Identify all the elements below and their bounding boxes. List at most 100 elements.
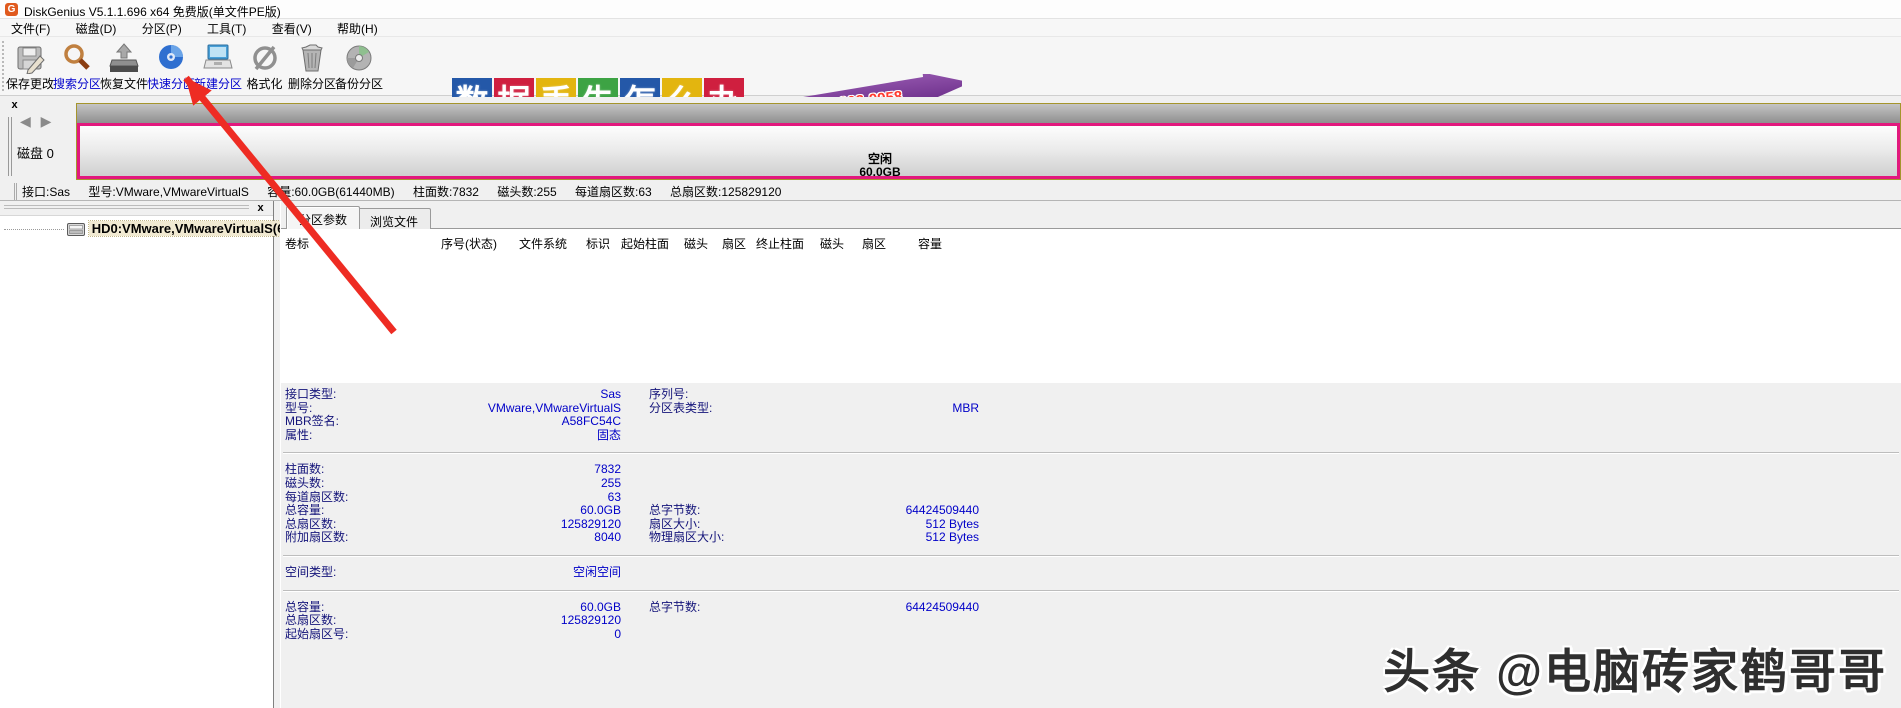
col-start-cylinder[interactable]: 起始柱面 [621,235,669,252]
col-start-head[interactable]: 磁头 [684,235,708,252]
recover-files-button[interactable]: 恢复文件 [100,40,147,94]
detail-label: 总容量: [285,504,324,518]
detail-value: MBR [701,402,979,416]
detail-value: 512 Bytes [701,518,979,532]
app-logo-icon: G [5,3,18,16]
detail-value: 63 [381,491,621,505]
window-title: DiskGenius V5.1.1.696 x64 免费版(单文件PE版) [24,3,281,20]
disk-nav-arrows[interactable]: ◀ ▶ [20,113,54,130]
free-space-block[interactable]: 空闲 60.0GB [77,123,1900,179]
detail-value: A58FC54C [381,415,621,429]
disk-bar-header-strip [77,104,1900,123]
info-interface: 接口:Sas [22,185,70,199]
quick-partition-button[interactable]: 快速分区 [147,40,194,94]
col-capacity[interactable]: 容量 [918,235,942,252]
search-partition-label: 搜索分区 [53,75,100,92]
detail-value: 125829120 [381,614,621,628]
save-changes-button[interactable]: 保存更改 [6,40,53,94]
save-changes-label: 保存更改 [6,75,53,92]
tree-item-hd0[interactable]: HD0:VMware,VMwareVirtualS(60GB) [4,221,318,239]
toolbar: 保存更改 搜索分区 恢复文件 快速分区 新建分区 [0,36,1901,96]
search-partition-button[interactable]: 搜索分区 [53,40,100,94]
watermark-text: 头条 @电脑砖家鹤哥哥 [1383,633,1887,702]
format-button[interactable]: 格式化 [241,40,288,94]
tree-panel-close-icon[interactable]: x [254,202,267,215]
detail-row: 总扇区数:125829120 扇区大小:512 Bytes [281,518,1901,532]
new-partition-button[interactable]: 新建分区 [194,40,241,94]
col-end-head[interactable]: 磁头 [820,235,844,252]
col-start-sector[interactable]: 扇区 [722,235,746,252]
detail-value: 空闲空间 [381,566,621,580]
detail-row: 总扇区数: 125829120 [281,614,1901,628]
free-space-label: 空闲 60.0GB [810,153,950,179]
col-flag[interactable]: 标识 [586,235,610,252]
info-capacity: 容量:60.0GB(61440MB) [267,185,394,199]
detail-value: 60.0GB [381,504,621,518]
delete-partition-icon [296,42,328,74]
disk-panel-grip[interactable] [8,117,12,176]
col-volume-label[interactable]: 卷标 [285,235,309,252]
col-end-sector[interactable]: 扇区 [862,235,886,252]
detail-label: 柱面数: [285,463,324,477]
detail-row: 附加扇区数:8040 物理扇区大小:512 Bytes [281,531,1901,545]
quick-partition-icon [155,42,187,74]
col-end-cylinder[interactable]: 终止柱面 [756,235,804,252]
disk-panel-close-icon[interactable]: x [8,99,21,112]
details-section-interface: 接口类型:Sas 序列号: 型号:VMware,VMwareVirtualS 分… [281,386,1901,448]
tab-partition-params[interactable]: 分区参数 [286,206,360,229]
detail-label: 总扇区数: [285,614,336,628]
detail-label: MBR签名: [285,415,339,429]
delete-partition-button[interactable]: 删除分区 [288,40,335,94]
disk-bar: 空闲 60.0GB [76,103,1901,180]
free-space-size: 60.0GB [810,166,950,179]
detail-row: 磁头数: 255 [281,477,1901,491]
info-cylinders: 柱面数:7832 [413,185,479,199]
info-heads: 磁头数:255 [497,185,556,199]
detail-label: 磁头数: [285,477,324,491]
info-model: 型号:VMware,VMwareVirtualS [88,185,249,199]
details-section-space-type: 空间类型: 空闲空间 [281,564,1901,586]
menu-bar: 文件(F) 磁盘(D) 分区(P) 工具(T) 查看(V) 帮助(H) [0,19,1901,36]
detail-row: 柱面数: 7832 [281,463,1901,477]
toolbar-grip[interactable] [2,41,5,91]
save-changes-icon [14,42,46,74]
detail-label: 属性: [285,429,312,443]
format-icon [249,42,281,74]
detail-label: 空间类型: [285,566,336,580]
tab-browse-files[interactable]: 浏览文件 [357,208,431,229]
detail-value: Sas [381,388,621,402]
col-index-status[interactable]: 序号(状态) [441,235,497,252]
search-partition-icon [61,42,93,74]
detail-value: 固态 [381,429,621,443]
detail-label: 总字节数: [649,504,700,518]
main-panel: 分区参数 浏览文件 卷标 序号(状态) 文件系统 标识 起始柱面 磁头 扇区 终… [280,201,1901,708]
detail-label: 序列号: [649,388,688,402]
tree-connector [4,229,64,230]
recover-files-label: 恢复文件 [100,75,147,92]
new-partition-label: 新建分区 [194,75,241,92]
detail-row: 属性: 固态 [281,429,1901,443]
quick-partition-label: 快速分区 [147,75,194,92]
info-sectors-per-track: 每道扇区数:63 [575,185,652,199]
detail-label: 起始扇区号: [285,628,348,642]
detail-value: 512 Bytes [701,531,979,545]
detail-row: 每道扇区数:63 [281,491,1901,505]
detail-row: 总容量:60.0GB 总字节数:64424509440 [281,504,1901,518]
detail-value: 255 [381,477,621,491]
disk-info-line: 接口:Sas 型号:VMware,VMwareVirtualS 容量:60.0G… [14,183,796,200]
disk-drive-icon [67,223,85,236]
details-section-geometry: 柱面数: 7832 磁头数: 255 每道扇区数:63 总容量: 60.0GB 总字节… [281,461,1901,551]
detail-value: 7832 [381,463,621,477]
format-label: 格式化 [241,75,288,92]
delete-partition-label: 删除分区 [288,75,335,92]
detail-label: 附加扇区数: [285,531,348,545]
section-divider [283,555,1899,557]
detail-label: 总字节数: [649,601,700,615]
detail-row: 接口类型:Sas 序列号: [281,388,1901,402]
col-filesystem[interactable]: 文件系统 [519,235,567,252]
backup-partition-label: 备份分区 [335,75,382,92]
tree-panel-grip[interactable] [4,205,249,209]
disk-label: 磁盘 0 [17,143,54,162]
backup-partition-button[interactable]: 备份分区 [335,40,382,94]
tree-panel-header: x [0,201,273,216]
